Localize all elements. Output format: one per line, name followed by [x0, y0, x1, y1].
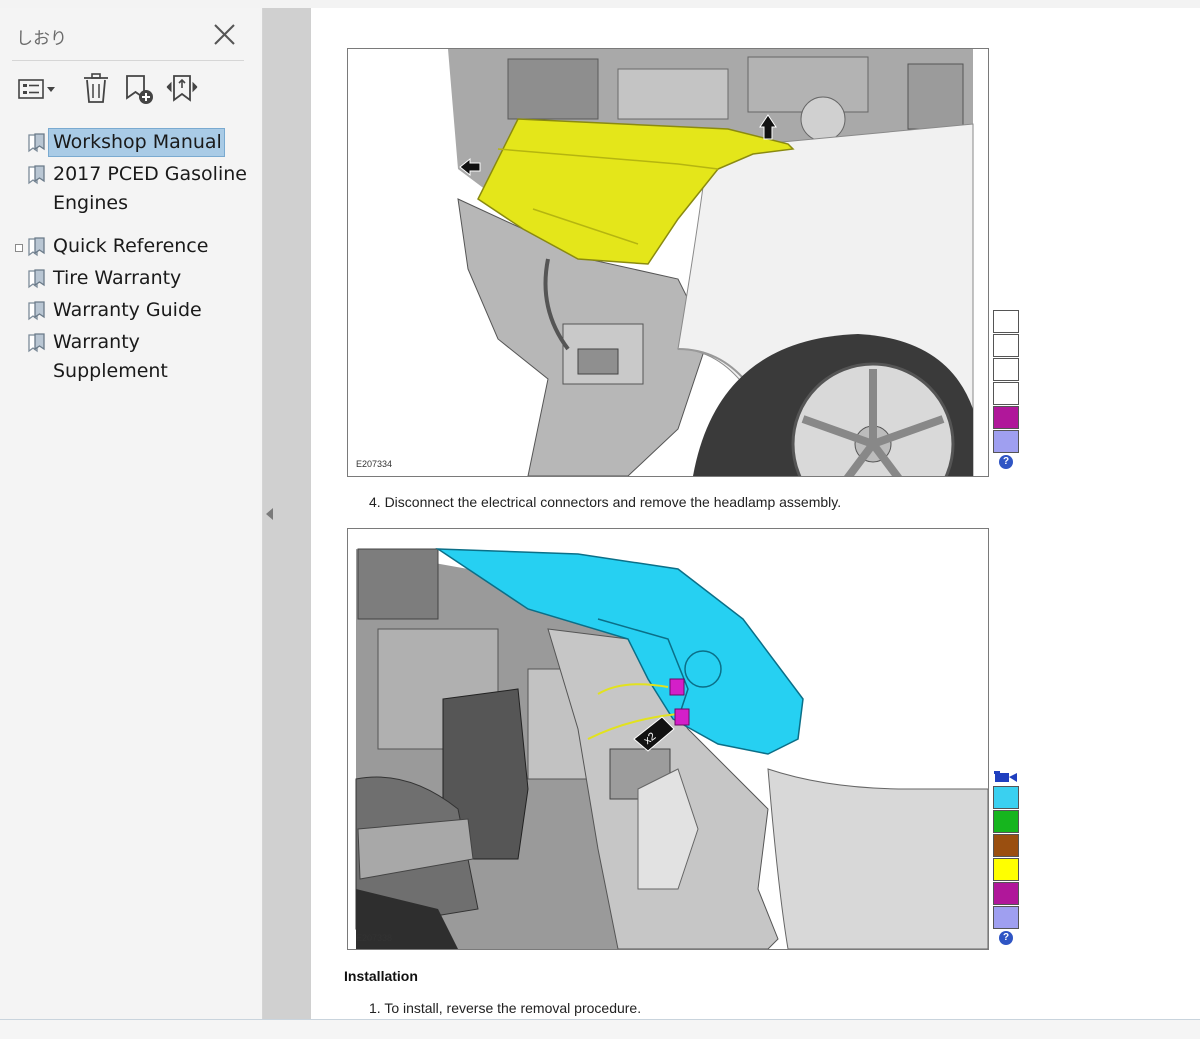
- expand-toggle[interactable]: [15, 244, 23, 252]
- figure-illustration: E207334: [348, 49, 988, 476]
- installation-heading: Installation: [344, 968, 418, 984]
- panel-splitter[interactable]: [263, 8, 311, 1019]
- close-panel-button[interactable]: [210, 20, 240, 50]
- bookmark-label: Warranty Guide: [53, 299, 202, 321]
- step-4-text: 4. Disconnect the electrical connectors …: [369, 494, 842, 510]
- help-icon[interactable]: ?: [999, 455, 1013, 469]
- bookmark-label: Tire Warranty: [53, 267, 182, 289]
- bookmark-icon: [28, 333, 45, 353]
- panel-title: しおり: [16, 29, 67, 49]
- figure-headlamp-removal: E207334: [347, 48, 989, 477]
- document-page: E207334 ? 4. Disconnect the electrical c…: [311, 8, 1200, 1019]
- bookmark-icon: [28, 237, 45, 257]
- legend-swatch: [993, 358, 1019, 381]
- figure-id-label: E207338: [356, 933, 392, 943]
- legend-swatch: [993, 382, 1019, 405]
- bookmark-tire-warranty[interactable]: Tire Warranty: [26, 264, 184, 293]
- install-step-1-text: 1. To install, reverse the removal proce…: [369, 1000, 642, 1016]
- legend-swatch: [993, 882, 1019, 905]
- bookmark-icon: [28, 133, 45, 153]
- video-camera-icon[interactable]: [993, 770, 1019, 784]
- bookmark-label: Quick Reference: [53, 235, 209, 257]
- bookmark-label: Workshop Manual: [48, 128, 225, 157]
- list-options-icon: [18, 79, 55, 99]
- bookmark-label: Warranty Supplement: [53, 331, 168, 382]
- bookmark-workshop-manual[interactable]: Workshop Manual: [26, 128, 225, 157]
- add-bookmark-icon: [126, 75, 153, 104]
- figure2-color-legend: ?: [993, 770, 1019, 945]
- legend-swatch: [993, 858, 1019, 881]
- collapse-panel-arrow-icon[interactable]: [266, 508, 273, 520]
- bookmark-label: 2017 PCED Gasoline Engines: [53, 163, 247, 214]
- add-bookmark-button[interactable]: [122, 70, 156, 106]
- trash-icon: [84, 73, 108, 103]
- panel-divider: [12, 60, 244, 61]
- legend-swatch: [993, 310, 1019, 333]
- legend-swatch: [993, 406, 1019, 429]
- figure-connector-disconnect: x2 E207338: [347, 528, 989, 950]
- legend-swatch: [993, 834, 1019, 857]
- bookmark-quick-reference[interactable]: Quick Reference: [26, 232, 211, 261]
- close-icon: [214, 24, 235, 45]
- bookmark-expand-icon: [166, 75, 198, 102]
- bookmark-icon: [28, 165, 45, 185]
- options-menu-button[interactable]: [16, 70, 60, 106]
- expand-bookmark-button[interactable]: [164, 70, 200, 106]
- help-icon[interactable]: ?: [999, 931, 1013, 945]
- bookmark-icon: [28, 301, 45, 321]
- bookmark-pced-gasoline-engines[interactable]: 2017 PCED Gasoline Engines: [26, 160, 256, 218]
- window-top-edge: [0, 0, 1200, 8]
- figure1-color-legend: ?: [993, 310, 1019, 469]
- bookmark-icon: [28, 269, 45, 289]
- bookmarks-panel: しおり Workshop Manual 2017 PCED Gasoline E…: [0, 8, 263, 1019]
- legend-swatch: [993, 430, 1019, 453]
- legend-swatch: [993, 334, 1019, 357]
- legend-swatch: [993, 906, 1019, 929]
- figure-illustration: x2 E207338: [348, 529, 988, 949]
- legend-swatch: [993, 810, 1019, 833]
- bookmark-warranty-guide[interactable]: Warranty Guide: [26, 296, 205, 325]
- figure-id-label: E207334: [356, 459, 392, 469]
- delete-bookmark-button[interactable]: [80, 70, 112, 106]
- bookmark-warranty-supplement[interactable]: Warranty Supplement: [26, 328, 262, 386]
- legend-swatch: [993, 786, 1019, 809]
- status-bar: [0, 1019, 1200, 1039]
